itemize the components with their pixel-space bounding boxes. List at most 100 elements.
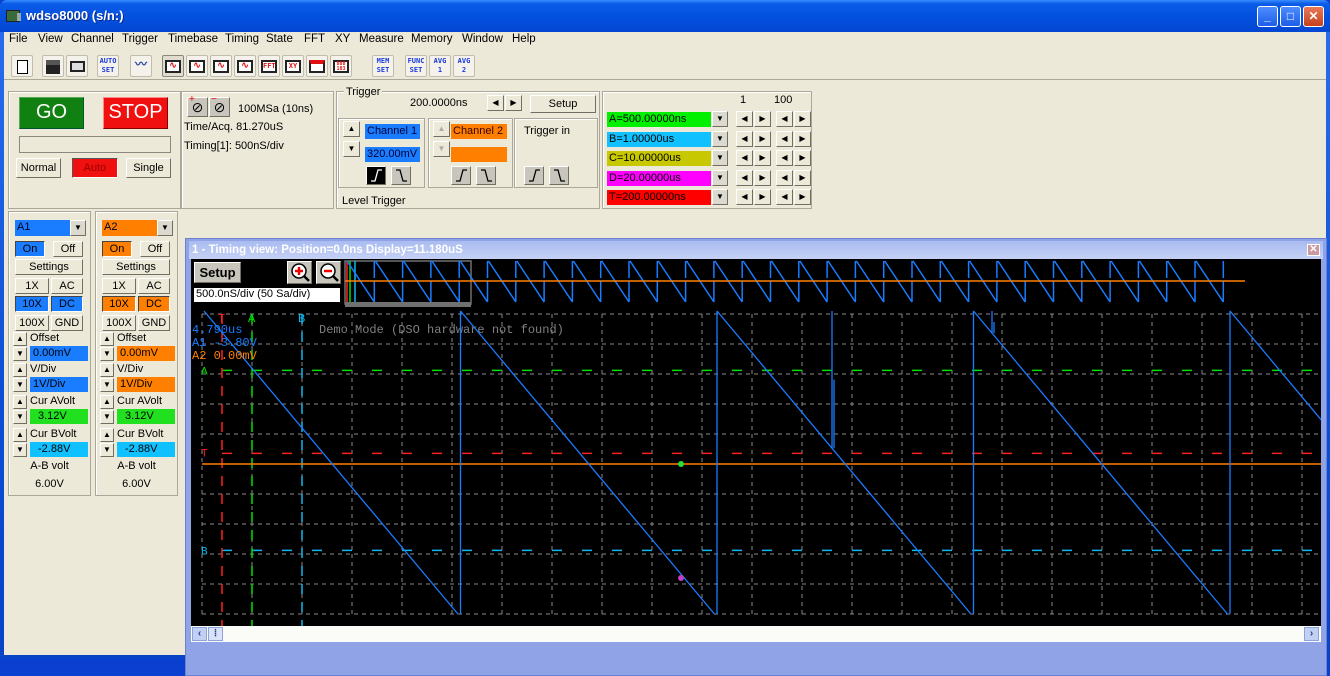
cur-a-value[interactable]: 3.12V	[30, 409, 88, 424]
cursor-1-step1-right-button[interactable]: ▶	[754, 130, 771, 147]
vdiv-up-button[interactable]: ▲	[13, 363, 27, 377]
cursor-0-step100-right-button[interactable]: ▶	[794, 111, 811, 127]
funcset-button[interactable]: FUNC SET	[405, 55, 427, 77]
offset-down-button[interactable]: ▼	[100, 347, 114, 361]
cursor-2-step1-right-button[interactable]: ▶	[754, 150, 771, 166]
menu-fft[interactable]: FFT	[304, 33, 325, 45]
mode-single-button[interactable]: Single	[126, 158, 171, 178]
trigger-ch1-up-button[interactable]: ▲	[343, 121, 360, 137]
maximize-button[interactable]: □	[1280, 6, 1301, 27]
trigger-ext-rising-button[interactable]	[524, 166, 544, 185]
cursor-dropdown-4[interactable]: ▼	[712, 189, 728, 205]
channel-on-button[interactable]: On	[102, 241, 132, 257]
cursor-3-step1-left-button[interactable]: ◀	[736, 169, 753, 186]
probe-1x-button[interactable]: 1X	[15, 278, 49, 294]
menu-memory[interactable]: Memory	[411, 33, 453, 45]
autoset-button[interactable]: AUTO SET	[97, 55, 119, 77]
coupling-dc-button[interactable]: DC	[51, 296, 83, 312]
timing-view-1-button[interactable]: ∿	[162, 55, 184, 77]
cur-b-up-button[interactable]: ▲	[100, 428, 114, 442]
menu-timing[interactable]: Timing	[225, 33, 259, 45]
trigger-ch2-level[interactable]	[451, 147, 507, 162]
cur-b-value[interactable]: -2.88V	[30, 442, 88, 457]
trigger-ch1-level[interactable]: 320.00mV	[365, 147, 420, 162]
xy-view-button[interactable]: XY	[282, 55, 304, 77]
title-bar[interactable]: wdso8000 (s/n:) _ □ ✕	[0, 0, 1330, 32]
trigger-ch1-down-button[interactable]: ▼	[343, 141, 360, 157]
cursor-1-step1-left-button[interactable]: ◀	[736, 130, 753, 147]
trigger-ch1-label[interactable]: Channel 1	[365, 124, 420, 139]
probe-10x-button[interactable]: 10X	[15, 296, 49, 312]
cursor-4-step1-left-button[interactable]: ◀	[736, 189, 753, 205]
menu-channel[interactable]: Channel	[71, 33, 114, 45]
mode-auto-button[interactable]: Auto	[72, 158, 118, 178]
offset-down-button[interactable]: ▼	[13, 347, 27, 361]
vdiv-value[interactable]: 1V/Div	[30, 377, 88, 392]
overview-strip[interactable]	[344, 260, 1245, 307]
digits-view-button[interactable]: 888 103	[330, 55, 352, 77]
timing-view-title[interactable]: 1 - Timing view: Position=0.0ns Display=…	[189, 241, 1323, 259]
cur-b-down-button[interactable]: ▼	[100, 443, 114, 457]
save-button[interactable]	[42, 55, 64, 77]
zoom-out-time-button[interactable]: − ⊘	[209, 94, 230, 117]
cur-b-down-button[interactable]: ▼	[13, 443, 27, 457]
timing-view-2-button[interactable]: ∿	[186, 55, 208, 77]
channel-select[interactable]: A1	[15, 220, 70, 236]
scroll-left-button[interactable]: ‹	[192, 627, 207, 641]
cursor-4-step1-right-button[interactable]: ▶	[754, 189, 771, 205]
go-button[interactable]: GO	[19, 97, 84, 129]
memset-button[interactable]: MEM SET	[372, 55, 394, 77]
trigger-ext-falling-button[interactable]	[549, 166, 569, 185]
avg2-button[interactable]: AVG 2	[453, 55, 475, 77]
trigger-ch2-falling-button[interactable]	[476, 166, 496, 185]
waveform-plot[interactable]: Setup 500.0nS/div (50 Sa/div) Demo Mode …	[191, 259, 1321, 626]
vdiv-down-button[interactable]: ▼	[13, 378, 27, 392]
cur-b-up-button[interactable]: ▲	[13, 428, 27, 442]
channel-settings-button[interactable]: Settings	[15, 259, 83, 275]
cursor-value-3[interactable]: D=20.00000us	[607, 170, 711, 186]
trigger-ch2-down-button[interactable]: ▼	[433, 141, 450, 157]
offset-value[interactable]: 0.00mV	[30, 346, 88, 361]
cursor-value-2[interactable]: C=10.00000us	[607, 151, 711, 166]
vdiv-value[interactable]: 1V/Div	[117, 377, 175, 392]
cursor-3-step100-right-button[interactable]: ▶	[794, 169, 811, 186]
menu-state[interactable]: State	[266, 33, 293, 45]
trigger-ch1-falling-button[interactable]	[391, 166, 411, 185]
cursor-4-step100-right-button[interactable]: ▶	[794, 189, 811, 205]
cur-a-down-button[interactable]: ▼	[13, 410, 27, 424]
coupling-dc-button[interactable]: DC	[138, 296, 170, 312]
cursor-value-4[interactable]: T=200.00000ns	[607, 190, 711, 205]
trigger-ch2-up-button[interactable]: ▲	[433, 121, 450, 137]
trigger-ch2-rising-button[interactable]	[451, 166, 471, 185]
print-button[interactable]	[66, 55, 88, 77]
timing-view-close-button[interactable]: ✕	[1307, 244, 1320, 256]
vdiv-up-button[interactable]: ▲	[100, 363, 114, 377]
coupling-ac-button[interactable]: AC	[138, 278, 170, 294]
scroll-right-button[interactable]: ›	[1304, 627, 1319, 641]
coupling-gnd-button[interactable]: GND	[51, 315, 83, 331]
cursor-3-step1-right-button[interactable]: ▶	[754, 169, 771, 186]
probe-100x-button[interactable]: 100X	[102, 315, 136, 331]
vdiv-down-button[interactable]: ▼	[100, 378, 114, 392]
cur-a-down-button[interactable]: ▼	[100, 410, 114, 424]
timing-view-4-button[interactable]: ∿	[234, 55, 256, 77]
trigger-position-right-button[interactable]: ▶	[505, 95, 522, 111]
offset-value[interactable]: 0.00mV	[117, 346, 175, 361]
probe-100x-button[interactable]: 100X	[15, 315, 49, 331]
menu-file[interactable]: File	[9, 33, 28, 45]
offset-up-button[interactable]: ▲	[13, 332, 27, 346]
cursor-4-step100-left-button[interactable]: ◀	[776, 189, 793, 205]
cursor-2-step100-left-button[interactable]: ◀	[776, 150, 793, 166]
trigger-position-left-button[interactable]: ◀	[487, 95, 504, 111]
menu-window[interactable]: Window	[462, 33, 503, 45]
cursor-dropdown-0[interactable]: ▼	[712, 111, 728, 127]
probe-button[interactable]: 〰	[130, 55, 152, 77]
cursor-0-step1-right-button[interactable]: ▶	[754, 111, 771, 127]
coupling-ac-button[interactable]: AC	[51, 278, 83, 294]
cursor-value-1[interactable]: B=1.00000us	[607, 131, 711, 147]
scroll-thumb[interactable]: ⦙	[208, 627, 223, 641]
cur-a-value[interactable]: 3.12V	[117, 409, 175, 424]
menu-help[interactable]: Help	[512, 33, 536, 45]
cursor-dropdown-1[interactable]: ▼	[712, 130, 728, 147]
menu-xy[interactable]: XY	[335, 33, 350, 45]
